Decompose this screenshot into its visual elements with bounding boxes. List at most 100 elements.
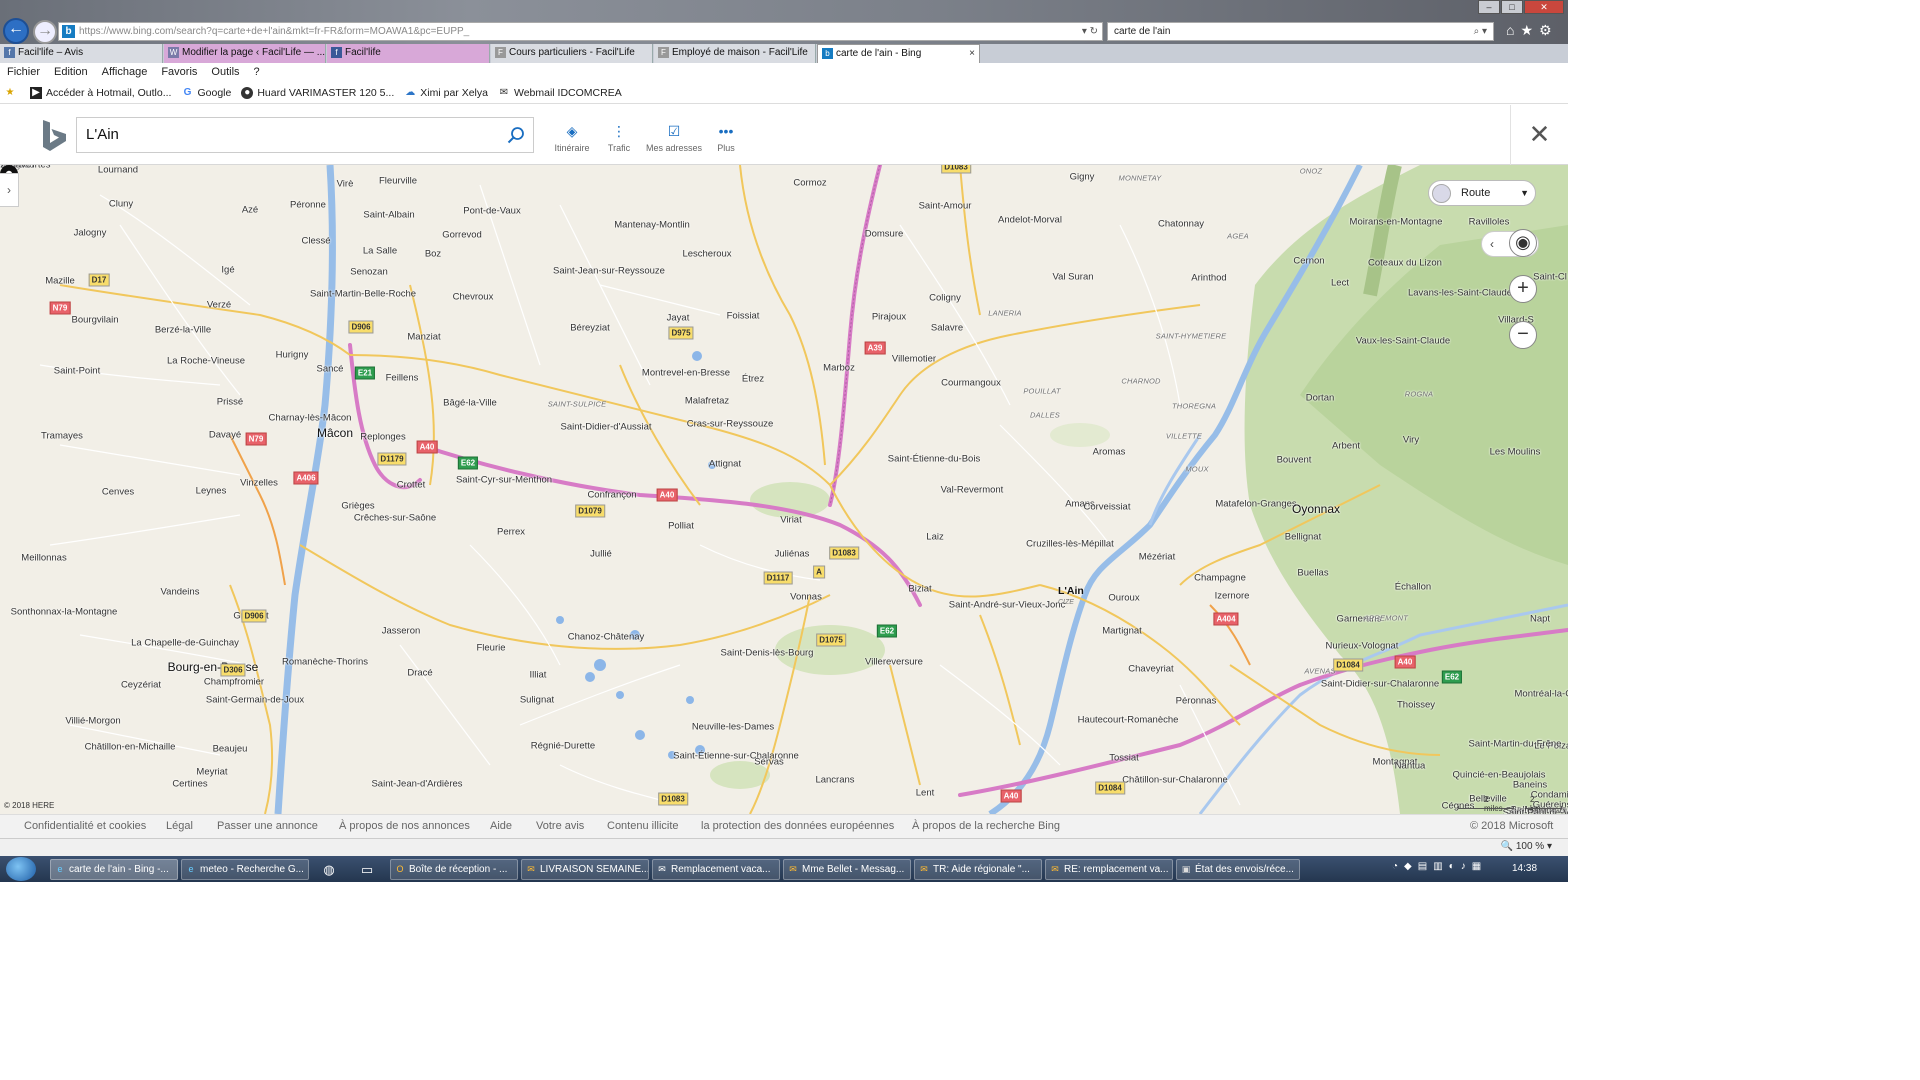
clock[interactable]: 14:38: [1512, 863, 1537, 874]
taskbar-item-remplacement[interactable]: ✉ Remplacement vaca...: [652, 859, 780, 880]
map-place-label: Lent: [915, 787, 935, 799]
taskbar-item-bing[interactable]: e carte de l'ain - Bing -...: [50, 859, 178, 880]
map-place-label: Saint-Jean-d'Ardières: [371, 778, 463, 790]
footer-link-data-protection[interactable]: la protection des données européennes: [701, 820, 894, 832]
minimize-button[interactable]: –: [1478, 0, 1500, 14]
menu-outils[interactable]: Outils: [204, 63, 246, 83]
locate-me-button[interactable]: ◉: [1509, 229, 1537, 257]
favorites-star-icon[interactable]: ★: [0, 87, 26, 99]
taskbar-item-meteo[interactable]: e meteo - Recherche G...: [181, 859, 309, 880]
fav-ximi[interactable]: ☁ Ximi par Xelya: [400, 87, 494, 99]
map-place-label: Lancrans: [815, 774, 855, 786]
road-shield: D1075: [816, 633, 846, 647]
fav-google[interactable]: G Google: [177, 87, 237, 99]
map-place-label: Cruzilles-lès-Mépillat: [1026, 538, 1114, 550]
forward-button[interactable]: →: [33, 20, 57, 44]
tab-cours-particuliers[interactable]: F Cours particuliers - Facil'Life: [491, 44, 653, 63]
map-place-label: MONNETAY: [1118, 173, 1162, 183]
favorites-star-icon[interactable]: ★: [1520, 22, 1533, 39]
close-window-button[interactable]: ✕: [1524, 0, 1564, 14]
back-button[interactable]: ←: [3, 18, 29, 44]
expand-panel-button[interactable]: ›: [0, 173, 19, 207]
browser-search-box[interactable]: carte de l'ain ⌕ ▾: [1107, 22, 1494, 41]
tray-icon[interactable]: ◐: [1449, 861, 1455, 872]
fav-huard[interactable]: ● Huard VARIMASTER 120 5...: [237, 87, 400, 99]
fav-webmail[interactable]: ✉ Webmail IDCOMCREA: [494, 87, 628, 99]
taskbar-item-livraison[interactable]: ✉ LIVRAISON SEMAINE...: [521, 859, 649, 880]
tray-icon[interactable]: ◆: [1404, 861, 1412, 872]
taskbar-item-mme-bellet[interactable]: ✉ Mme Bellet - Messag...: [783, 859, 911, 880]
bing-logo-icon[interactable]: [40, 119, 70, 153]
map-place-label: Meyriat: [196, 766, 228, 778]
taskbar-item-re-remplacement[interactable]: ✉ RE: remplacement va...: [1045, 859, 1173, 880]
tab-facillife[interactable]: f Facil'life: [327, 44, 490, 63]
menu-help[interactable]: ?: [247, 63, 267, 83]
footer-link-illegal-content[interactable]: Contenu illicite: [607, 820, 679, 832]
map-style-selector[interactable]: Route ▼: [1428, 180, 1536, 206]
map-place-label: Confrançon: [587, 489, 637, 501]
address-bar[interactable]: b https://www.bing.com/search?q=carte+de…: [58, 22, 1103, 41]
gear-icon[interactable]: ⚙: [1539, 22, 1552, 39]
map-canvas[interactable]: Lournand Virè Fleurville Cormoz Gigny MONNETA…: [0, 165, 1568, 814]
taskbar-item-etat-envois[interactable]: ▣ État des envois/réce...: [1176, 859, 1300, 880]
footer-link-advertise[interactable]: Passer une annonce: [217, 820, 318, 832]
footer-link-legal[interactable]: Légal: [166, 820, 193, 832]
menu-fichier[interactable]: Fichier: [0, 63, 47, 83]
map-place-label: Cernon: [1293, 255, 1325, 267]
footer-link-privacy[interactable]: Confidentialité et cookies: [24, 820, 146, 832]
traffic-button[interactable]: ⋮ Trafic: [589, 123, 649, 153]
start-button[interactable]: [6, 857, 36, 881]
fav-hotmail[interactable]: ▶ Accéder à Hotmail, Outlo...: [26, 87, 177, 99]
zoom-out-button[interactable]: −: [1509, 321, 1537, 349]
tab-carte-ain-bing[interactable]: b carte de l'ain - Bing ×: [817, 44, 980, 63]
map-place-label: Tramayes: [41, 430, 83, 442]
tab-employe-maison[interactable]: F Employé de maison - Facil'Life: [654, 44, 816, 63]
home-icon[interactable]: ⌂: [1506, 22, 1514, 39]
folder-icon[interactable]: ▭: [352, 859, 382, 880]
map-place-label: Romanèche-Thorins: [281, 656, 369, 668]
map-place-label: AVENAS: [1304, 666, 1336, 676]
tab-facillife-avis[interactable]: f Facil'life – Avis: [0, 44, 163, 63]
maximize-button[interactable]: □: [1501, 0, 1523, 14]
tab-modifier-page[interactable]: W Modifier la page ‹ Facil'Life — ...: [164, 44, 326, 63]
map-search-input[interactable]: L'Ain: [76, 117, 534, 153]
address-dropdown-refresh-icon[interactable]: ▾ ↻: [1082, 23, 1098, 40]
menu-favoris[interactable]: Favoris: [154, 63, 204, 83]
map-place-label: Meillonnas: [21, 552, 67, 564]
close-tab-icon[interactable]: ×: [969, 45, 975, 63]
map-place-label: Ceyzériat: [120, 679, 162, 691]
footer-link-about-ads[interactable]: À propos de nos annonces: [339, 820, 470, 832]
chevron-left-icon[interactable]: ‹: [1490, 237, 1494, 251]
taskbar-item-inbox[interactable]: O Boîte de réception - ...: [390, 859, 518, 880]
footer-link-about-bing[interactable]: À propos de la recherche Bing: [912, 820, 1060, 832]
tab-strip: f Facil'life – Avis W Modifier la page ‹…: [0, 44, 1568, 63]
scale-bar-km: [1526, 806, 1562, 809]
map-place-label: Saint-Martin-du-Frêne: [1468, 738, 1562, 750]
volume-icon[interactable]: ♪: [1461, 861, 1466, 872]
map-place-label: SAINT-SULPICE: [547, 399, 607, 409]
more-button[interactable]: ••• Plus: [696, 123, 756, 153]
search-icon[interactable]: ⌕ ▾: [1474, 23, 1487, 40]
tray-icon[interactable]: ▤: [1418, 861, 1427, 872]
tool-label: Itinéraire: [554, 143, 590, 153]
map-place-label: Saint-Cl: [1533, 271, 1567, 283]
map-place-label: Vaux-les-Saint-Claude: [1355, 335, 1451, 347]
my-places-button[interactable]: ☑ Mes adresses: [644, 123, 704, 153]
tray-icon[interactable]: ▥: [1433, 861, 1442, 872]
window-controls: – □ ✕: [1477, 0, 1564, 14]
footer-link-feedback[interactable]: Votre avis: [536, 820, 584, 832]
menu-edition[interactable]: Edition: [47, 63, 95, 83]
tray-icon[interactable]: ◔: [1392, 861, 1398, 872]
taskbar-item-aide-regionale[interactable]: ✉ TR: Aide régionale "...: [914, 859, 1042, 880]
close-icon[interactable]: ✕: [1510, 105, 1568, 165]
zoom-in-button[interactable]: +: [1509, 275, 1537, 303]
mail-icon: ✉: [527, 864, 535, 874]
map-place-label: Champfromier: [203, 676, 265, 688]
map-place-label: Saint-André-sur-Vieux-Jonc: [948, 599, 1066, 611]
menu-affichage[interactable]: Affichage: [95, 63, 155, 83]
zoom-level[interactable]: 🔍 100 % ▾: [1501, 841, 1552, 852]
firefox-icon[interactable]: ◍: [314, 859, 344, 880]
network-icon[interactable]: ▦: [1472, 861, 1481, 872]
search-icon[interactable]: [507, 126, 525, 144]
footer-link-help[interactable]: Aide: [490, 820, 512, 832]
